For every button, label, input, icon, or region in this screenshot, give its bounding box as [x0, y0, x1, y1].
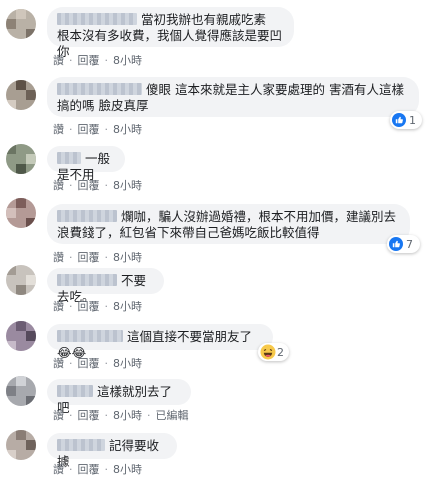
comment-actions: 讚 · 回覆 · 8小時: [53, 355, 142, 371]
separator: ·: [104, 123, 109, 136]
timestamp[interactable]: 8小時: [113, 249, 142, 265]
separator: ·: [69, 251, 73, 264]
separator: ·: [69, 463, 73, 476]
separator: ·: [147, 409, 151, 422]
separator: ·: [69, 300, 73, 313]
separator: ·: [69, 123, 73, 136]
comment-bubble: 這個直接不要當朋友了😂😂: [47, 324, 273, 360]
like-link[interactable]: 讚: [53, 52, 64, 68]
reply-link[interactable]: 回覆: [78, 298, 100, 314]
separator: ·: [104, 463, 109, 476]
reply-link[interactable]: 回覆: [78, 355, 100, 371]
comment-bubble: 記得要收據: [47, 433, 177, 469]
separator: ·: [104, 409, 109, 422]
commenter-name-redacted[interactable]: [57, 152, 81, 164]
like-icon: [392, 113, 406, 127]
like-icon: [389, 237, 403, 251]
like-link[interactable]: 讚: [53, 461, 64, 477]
avatar[interactable]: [6, 265, 36, 295]
comment-bubble: 當初我辦也有親戚吃素 根本沒有多收費，我個人覺得應該是要凹你: [47, 7, 294, 59]
reaction-count: 2: [277, 345, 284, 359]
reply-link[interactable]: 回覆: [78, 249, 100, 265]
reaction-count: 1: [409, 113, 416, 127]
timestamp[interactable]: 8小時: [113, 177, 142, 193]
comment-bubble: 爛咖，騙人沒辦過婚禮，根本不用加價，建議別去浪費錢了，紅包省下來帶自己爸媽吃飯比…: [47, 204, 410, 244]
avatar[interactable]: [6, 376, 36, 406]
reply-link[interactable]: 回覆: [78, 52, 100, 68]
commenter-name-redacted[interactable]: [57, 385, 93, 397]
reply-link[interactable]: 回覆: [78, 121, 100, 137]
avatar[interactable]: [6, 144, 36, 174]
reply-link[interactable]: 回覆: [78, 407, 100, 423]
separator: ·: [104, 357, 109, 370]
laugh-icon: [260, 344, 276, 360]
reply-link[interactable]: 回覆: [78, 177, 100, 193]
timestamp[interactable]: 8小時: [113, 461, 142, 477]
like-link[interactable]: 讚: [53, 177, 64, 193]
timestamp[interactable]: 8小時: [113, 298, 142, 314]
separator: ·: [104, 179, 109, 192]
commenter-name-redacted[interactable]: [57, 330, 123, 342]
edited-label[interactable]: 已編輯: [156, 407, 189, 423]
comment-actions: 讚 · 回覆 · 8小時 · 已編輯: [53, 407, 189, 423]
separator: ·: [104, 300, 109, 313]
comment-bubble: 不要去吃。: [47, 268, 164, 304]
reaction-badge[interactable]: 2: [258, 343, 289, 361]
timestamp[interactable]: 8小時: [113, 52, 142, 68]
comment-bubble: 傻眼 這本來就是主人家要處理的 害酒有人這樣搞的嗎 臉皮真厚: [47, 77, 419, 117]
separator: ·: [69, 409, 73, 422]
reaction-count: 7: [406, 237, 413, 251]
like-link[interactable]: 讚: [53, 407, 64, 423]
separator: ·: [104, 54, 109, 67]
commenter-name-redacted[interactable]: [57, 274, 117, 286]
comment-actions: 讚 · 回覆 · 8小時: [53, 249, 142, 265]
timestamp[interactable]: 8小時: [113, 407, 142, 423]
like-link[interactable]: 讚: [53, 298, 64, 314]
reaction-badge[interactable]: 1: [390, 111, 422, 129]
comment-bubble: 這樣就別去了吧: [47, 379, 191, 415]
separator: ·: [69, 54, 73, 67]
separator: ·: [69, 179, 73, 192]
like-link[interactable]: 讚: [53, 355, 64, 371]
commenter-name-redacted[interactable]: [57, 210, 117, 222]
commenter-name-redacted[interactable]: [57, 13, 137, 25]
timestamp[interactable]: 8小時: [113, 121, 142, 137]
avatar[interactable]: [6, 80, 36, 110]
commenter-name-redacted[interactable]: [57, 83, 142, 95]
reaction-badge[interactable]: 7: [387, 235, 420, 253]
avatar[interactable]: [6, 430, 36, 460]
separator: ·: [69, 357, 73, 370]
avatar[interactable]: [6, 321, 36, 351]
comment-bubble: 一般是不用: [47, 146, 125, 182]
commenter-name-redacted[interactable]: [57, 439, 105, 451]
comment-actions: 讚 · 回覆 · 8小時: [53, 52, 142, 68]
comment-actions: 讚 · 回覆 · 8小時: [53, 298, 142, 314]
avatar[interactable]: [6, 9, 36, 39]
timestamp[interactable]: 8小時: [113, 355, 142, 371]
like-link[interactable]: 讚: [53, 249, 64, 265]
comment-actions: 讚 · 回覆 · 8小時: [53, 461, 142, 477]
separator: ·: [104, 251, 109, 264]
reply-link[interactable]: 回覆: [78, 461, 100, 477]
comment-actions: 讚 · 回覆 · 8小時: [53, 177, 142, 193]
avatar[interactable]: [6, 198, 36, 228]
like-link[interactable]: 讚: [53, 121, 64, 137]
comment-actions: 讚 · 回覆 · 8小時: [53, 121, 142, 137]
